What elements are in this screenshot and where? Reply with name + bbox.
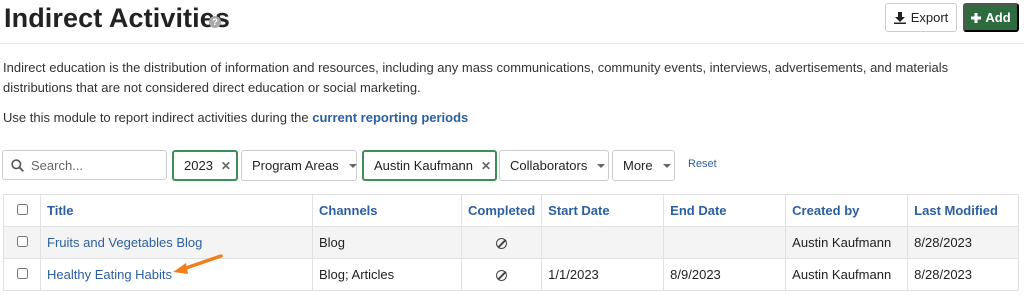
year-filter-chip[interactable]: 2023 ✕ xyxy=(172,150,238,181)
caret-down-icon xyxy=(662,163,671,168)
channels-cell: Blog; Articles xyxy=(312,258,462,291)
row-select-cell xyxy=(3,226,41,259)
end-date-cell xyxy=(663,226,787,259)
add-label: Add xyxy=(985,10,1011,25)
export-label: Export xyxy=(910,10,949,25)
add-button[interactable]: Add xyxy=(963,3,1019,32)
remove-year-filter-icon[interactable]: ✕ xyxy=(221,159,231,173)
reporting-period-text: Use this module to report indirect activ… xyxy=(3,110,313,125)
caret-down-icon xyxy=(348,163,357,168)
search-icon xyxy=(11,158,24,172)
page-title: Indirect Activities xyxy=(4,3,230,33)
column-end-date[interactable]: End Date xyxy=(663,194,787,227)
channels-cell: Blog xyxy=(312,226,462,259)
last-modified-cell: 8/28/2023 xyxy=(907,226,1019,259)
row-select-cell xyxy=(3,258,41,291)
description-paragraph: Indirect education is the distribution o… xyxy=(3,60,949,95)
more-label: More xyxy=(623,158,653,173)
select-all-cell xyxy=(3,194,41,227)
collaborators-dropdown[interactable]: Collaborators xyxy=(499,150,609,181)
annotation-arrow-icon xyxy=(173,254,223,274)
column-channels[interactable]: Channels xyxy=(312,194,462,227)
filter-bar: 2023 ✕ Program Areas Austin Kaufmann ✕ C… xyxy=(0,150,1024,181)
start-date-cell: 1/1/2023 xyxy=(541,258,665,291)
more-dropdown[interactable]: More xyxy=(612,150,675,181)
download-icon xyxy=(893,11,906,24)
program-areas-label: Program Areas xyxy=(252,158,339,173)
activity-title-link[interactable]: Fruits and Vegetables Blog xyxy=(47,235,202,250)
collaborators-label: Collaborators xyxy=(510,158,588,173)
table-row: Healthy Eating Habits Blog; Articles 1/1… xyxy=(3,258,1019,291)
remove-person-filter-icon[interactable]: ✕ xyxy=(481,159,491,173)
row-checkbox[interactable] xyxy=(16,268,28,279)
select-all-checkbox[interactable] xyxy=(16,204,28,215)
table-header-row: Title Channels Completed Start Date End … xyxy=(3,194,1019,227)
export-button[interactable]: Export xyxy=(885,3,957,32)
completed-cell xyxy=(460,226,543,259)
person-filter-label: Austin Kaufmann xyxy=(374,158,474,173)
reporting-period-paragraph: Use this module to report indirect activ… xyxy=(3,108,468,128)
program-areas-dropdown[interactable]: Program Areas xyxy=(241,150,357,181)
column-created-by[interactable]: Created by xyxy=(785,194,909,227)
year-filter-label: 2023 xyxy=(184,158,213,173)
column-last-modified[interactable]: Last Modified xyxy=(907,194,1019,227)
page-header: Indirect Activities ? Export Add xyxy=(0,0,1024,44)
completed-cell xyxy=(460,258,543,291)
created-by-cell: Austin Kaufmann xyxy=(785,258,909,291)
search-box[interactable] xyxy=(2,150,167,180)
last-modified-cell: 8/28/2023 xyxy=(907,258,1019,291)
created-by-cell: Austin Kaufmann xyxy=(785,226,909,259)
column-completed[interactable]: Completed xyxy=(460,194,543,227)
current-reporting-periods-link[interactable]: current reporting periods xyxy=(312,110,468,125)
activity-title-link[interactable]: Healthy Eating Habits xyxy=(47,267,172,282)
end-date-cell: 8/9/2023 xyxy=(663,258,787,291)
person-filter-chip[interactable]: Austin Kaufmann ✕ xyxy=(362,150,497,181)
not-completed-icon xyxy=(496,270,508,282)
activities-table: Title Channels Completed Start Date End … xyxy=(3,194,1019,291)
column-title[interactable]: Title xyxy=(40,194,313,227)
question-circle-icon[interactable]: ? xyxy=(209,16,221,28)
not-completed-icon xyxy=(496,238,508,250)
caret-down-icon xyxy=(597,163,606,168)
row-checkbox[interactable] xyxy=(16,236,28,247)
column-start-date[interactable]: Start Date xyxy=(541,194,665,227)
start-date-cell xyxy=(541,226,665,259)
search-input[interactable] xyxy=(31,157,151,173)
reset-link[interactable]: Reset xyxy=(688,158,717,170)
table-row: Fruits and Vegetables Blog Blog Austin K… xyxy=(3,226,1019,259)
plus-icon xyxy=(971,12,982,23)
